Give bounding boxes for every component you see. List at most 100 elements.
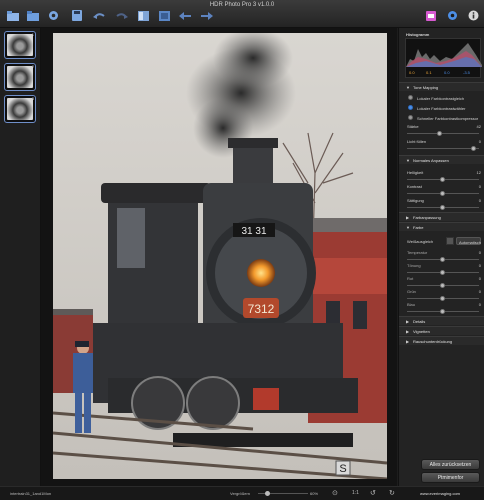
collapsed-triangle-icon: ▶	[406, 339, 410, 344]
histogram: 0.0 0.1 0.0 -3.5	[405, 38, 482, 78]
back-arrow-icon[interactable]	[178, 10, 191, 21]
settings-gear-icon[interactable]	[47, 10, 60, 21]
tint-value: 0	[478, 263, 481, 268]
strength-value: 42	[476, 124, 481, 129]
color-adjust-header[interactable]: ▶ Farbanpassung	[399, 212, 484, 221]
radio-option-selected[interactable]	[408, 105, 413, 110]
radio-option[interactable]	[408, 115, 413, 120]
details-header[interactable]: ▶ Details	[399, 316, 484, 325]
undo-icon[interactable]	[92, 10, 105, 21]
blue-label: Blau	[407, 302, 416, 307]
histogram-label: 0.0	[409, 70, 415, 75]
brightness-label: Helligkeit	[407, 170, 424, 175]
color-label: Farbe	[413, 225, 424, 230]
thumbnail-image	[7, 66, 33, 88]
actual-size-icon[interactable]: 1:1	[352, 490, 359, 496]
color-picker-icon[interactable]	[424, 10, 437, 21]
fill-light-label: Licht füllen	[407, 139, 427, 144]
front-number-plate: 31 31	[241, 226, 266, 237]
redo-icon[interactable]	[115, 10, 128, 21]
photo-preview[interactable]: 31 31 7312 S	[53, 33, 387, 479]
headlight-number: 7312	[248, 302, 275, 316]
blue-value: 0	[478, 302, 481, 307]
eyedropper-icon[interactable]	[446, 237, 454, 245]
thumbnail-badge: 3	[31, 96, 34, 101]
temperature-slider-knob[interactable]	[440, 257, 445, 262]
image-canvas: 31 31 7312 S	[41, 28, 397, 486]
open-folder-icon[interactable]	[6, 10, 19, 21]
contrast-label: Kontrast	[407, 184, 422, 189]
forward-arrow-icon[interactable]	[200, 10, 213, 21]
histogram-label: 0.1	[426, 70, 432, 75]
collapsed-triangle-icon: ▶	[406, 319, 410, 324]
locomotive-photo: 31 31 7312 S	[53, 33, 387, 479]
color-adjust-label: Farbanpassung	[413, 215, 441, 220]
saturation-value: 0	[478, 198, 481, 203]
fill-light-value: 0	[478, 139, 481, 144]
info-icon[interactable]	[467, 10, 480, 21]
save-icon[interactable]	[70, 10, 83, 21]
folder-icon[interactable]	[26, 10, 39, 21]
zoom-fit-icon[interactable]: ⊙	[332, 489, 338, 497]
filmstrip-thumbnail[interactable]: 3	[4, 95, 36, 123]
tone-mapping-header[interactable]: ▼ Tone Mapping	[399, 82, 484, 91]
strength-label: Stärke	[407, 124, 419, 129]
filmstrip-thumbnail[interactable]: 1	[4, 31, 36, 59]
blue-slider-knob[interactable]	[440, 309, 445, 314]
tone-mapping-option: Schneller Farbkontrastkompressor	[417, 116, 479, 121]
vignette-label: Vignetten	[413, 329, 430, 334]
thumbnail-badge: 2	[31, 64, 34, 69]
noise-reduction-label: Rauschunterdrückung	[413, 339, 453, 344]
preset-button[interactable]: Ptmimenfor	[421, 472, 480, 483]
zoom-value: 60%	[310, 491, 319, 496]
filmstrip-thumbnail[interactable]: 2	[4, 63, 36, 91]
fill-light-slider-knob[interactable]	[471, 146, 476, 151]
green-slider-knob[interactable]	[440, 296, 445, 301]
brightness-value: 12	[476, 170, 481, 175]
gear-icon[interactable]	[446, 10, 459, 21]
fill-light-slider-track[interactable]	[407, 148, 479, 149]
title-toolbar: HDR Photo Pro 3 v1.0.0	[0, 0, 484, 28]
tone-mapping-option: Lokaler Farbkontrastgleich	[417, 96, 465, 101]
contrast-slider-knob[interactable]	[440, 191, 445, 196]
expand-triangle-icon: ▼	[406, 225, 410, 230]
tint-slider-knob[interactable]	[440, 270, 445, 275]
color-header[interactable]: ▼ Farbe	[399, 222, 484, 231]
contrast-value: 0	[478, 184, 481, 189]
histogram-title: Histogramm	[406, 32, 430, 37]
saturation-slider-knob[interactable]	[440, 205, 445, 210]
rotate-left-icon[interactable]: ↺	[370, 489, 376, 497]
compare-icon[interactable]	[137, 10, 150, 21]
white-balance-select[interactable]: Automatisch	[456, 237, 481, 245]
strength-slider-track[interactable]	[407, 133, 479, 134]
zoom-label: Vergrößern	[230, 491, 251, 496]
filename-text: intertrain31_1and1Mon	[10, 491, 52, 496]
status-bar: intertrain31_1and1Mon Vergrößern 60% ⊙ 1…	[0, 486, 484, 500]
noise-reduction-header[interactable]: ▶ Rauschunterdrückung	[399, 336, 484, 345]
normal-adjust-header[interactable]: ▼ Normales Anpassen	[399, 155, 484, 164]
website-link[interactable]: www.everimaging.com	[420, 491, 460, 496]
rotate-right-icon[interactable]: ↻	[389, 489, 395, 497]
expand-triangle-icon: ▼	[406, 158, 410, 163]
adjustment-panel: Histogramm 0.0 0.1 0.0 -3.5 ▼ Tone Mappi…	[398, 28, 484, 486]
brightness-slider-knob[interactable]	[440, 177, 445, 182]
red-slider-knob[interactable]	[440, 283, 445, 288]
fullscreen-icon[interactable]	[158, 10, 171, 21]
red-value: 0	[478, 276, 481, 281]
temperature-label: Temperatur	[407, 250, 428, 255]
temperature-value: 0	[478, 250, 481, 255]
reset-all-button[interactable]: Alles zurücksetzen	[421, 459, 480, 470]
thumbnail-image	[7, 98, 33, 120]
vignette-header[interactable]: ▶ Vignetten	[399, 326, 484, 335]
tone-mapping-option: Lokaler Farbkontrastwähler	[417, 106, 466, 111]
radio-option[interactable]	[408, 95, 413, 100]
app-window: HDR Photo Pro 3 v1.0.0 1 2 3 31 31 7312 …	[0, 0, 484, 500]
zoom-slider-knob[interactable]	[265, 491, 270, 496]
strength-slider-knob[interactable]	[437, 131, 442, 136]
window-title: HDR Photo Pro 3 v1.0.0	[209, 2, 275, 8]
green-label: Grün	[407, 289, 416, 294]
white-balance-label: Weißausgleich	[407, 239, 434, 244]
expand-triangle-icon: ▼	[406, 85, 410, 90]
tone-mapping-label: Tone Mapping	[413, 85, 439, 90]
histogram-label: 0.0	[444, 70, 450, 75]
